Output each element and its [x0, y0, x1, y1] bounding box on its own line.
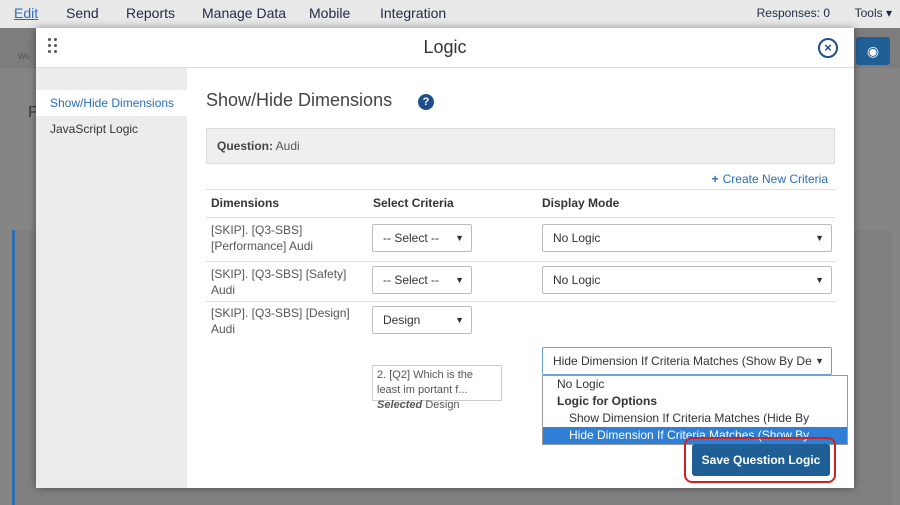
- dropdown-arrow-icon: ▼: [455, 315, 464, 325]
- menu-mobile[interactable]: Mobile: [309, 5, 350, 21]
- dropdown-arrow-icon: ▼: [455, 233, 464, 243]
- selected-criteria-note: 2. [Q2] Which is the least im portant f.…: [372, 365, 502, 411]
- optgroup-logic-for-options: Logic for Options: [557, 394, 657, 408]
- criteria-select[interactable]: -- Select -- ▼: [372, 266, 472, 294]
- column-header-display-mode: Display Mode: [542, 196, 620, 210]
- criteria-select-value: Design: [383, 313, 421, 327]
- column-header-select-criteria: Select Criteria: [373, 196, 454, 210]
- section-title: Show/Hide Dimensions: [206, 90, 393, 110]
- dropdown-arrow-icon: ▼: [455, 275, 464, 285]
- tools-menu[interactable]: Tools ▾: [855, 6, 892, 20]
- logic-modal: Logic × Show/Hide Dimensions JavaScript …: [36, 28, 854, 488]
- create-new-criteria-label: Create New Criteria: [722, 172, 828, 186]
- app-top-menu-bar: Edit Send Reports Manage Data Mobile Int…: [0, 0, 900, 28]
- option-show-dimension[interactable]: Show Dimension If Criteria Matches (Hide…: [543, 410, 847, 442]
- display-mode-value: Hide Dimension If Criteria Matches (Show…: [553, 354, 812, 368]
- menu-edit[interactable]: Edit: [14, 5, 38, 21]
- table-divider: [206, 301, 835, 302]
- create-new-criteria-link[interactable]: + Create New Criteria: [712, 172, 828, 186]
- table-divider: [206, 189, 835, 190]
- sidebar-item-javascript-logic[interactable]: JavaScript Logic: [36, 116, 187, 142]
- modal-title: Logic: [423, 37, 467, 57]
- menu-send[interactable]: Send: [66, 5, 99, 21]
- criteria-select-value: -- Select --: [383, 231, 440, 245]
- dropdown-arrow-icon: ▼: [815, 233, 824, 243]
- criteria-note-text: 2. [Q2] Which is the least im portant f.…: [377, 369, 473, 396]
- responses-count: Responses: 0: [756, 6, 830, 20]
- question-value: Audi: [275, 139, 300, 153]
- dimension-name: [SKIP]. [Q3-SBS] [Safety] Audi: [211, 267, 347, 297]
- dropdown-arrow-icon: ▼: [815, 356, 824, 366]
- background-text: Wo: [18, 52, 30, 61]
- table-divider: [206, 217, 835, 218]
- menu-integration[interactable]: Integration: [380, 5, 446, 21]
- display-mode-dropdown-list: No Logic Logic for Options Show Dimensio…: [542, 375, 848, 459]
- criteria-select[interactable]: Design ▼: [372, 306, 472, 334]
- criteria-select-value: -- Select --: [383, 273, 440, 287]
- help-icon[interactable]: ?: [418, 94, 434, 110]
- dropdown-arrow-icon: ▼: [815, 275, 824, 285]
- sidebar-item-show-hide-dimensions[interactable]: Show/Hide Dimensions: [36, 90, 187, 116]
- display-mode-value: No Logic: [553, 273, 601, 287]
- display-mode-select[interactable]: No Logic ▼: [542, 266, 832, 294]
- save-question-logic-button[interactable]: Save Question Logic: [692, 444, 830, 476]
- plus-icon: +: [711, 172, 719, 186]
- close-icon[interactable]: ×: [818, 38, 838, 58]
- display-mode-value: No Logic: [553, 231, 601, 245]
- modal-content: Show/Hide Dimensions ? Question: Audi + C…: [206, 68, 848, 488]
- modal-header: Logic ×: [36, 28, 854, 68]
- criteria-note-value: Design: [425, 399, 460, 411]
- table-divider: [206, 261, 835, 262]
- preview-eye-button[interactable]: ◉: [856, 37, 890, 65]
- eye-icon: ◉: [866, 43, 880, 59]
- modal-sidebar: Show/Hide Dimensions JavaScript Logic: [36, 68, 187, 488]
- criteria-note-selected: Selected: [377, 399, 423, 411]
- question-label: Question:: [217, 139, 273, 153]
- display-mode-select[interactable]: No Logic ▼: [542, 224, 832, 252]
- display-mode-select-open[interactable]: Hide Dimension If Criteria Matches (Show…: [542, 347, 832, 375]
- menu-manage-data[interactable]: Manage Data: [202, 5, 286, 21]
- question-info-box: Question: Audi: [206, 128, 835, 164]
- dimension-name: [SKIP]. [Q3-SBS] [Performance] Audi: [211, 223, 314, 253]
- column-header-dimensions: Dimensions: [211, 196, 280, 210]
- criteria-select[interactable]: -- Select -- ▼: [372, 224, 472, 252]
- menu-reports[interactable]: Reports: [126, 5, 175, 21]
- option-no-logic[interactable]: No Logic: [543, 376, 847, 393]
- dimension-name: [SKIP]. [Q3-SBS] [Design] Audi: [211, 306, 350, 336]
